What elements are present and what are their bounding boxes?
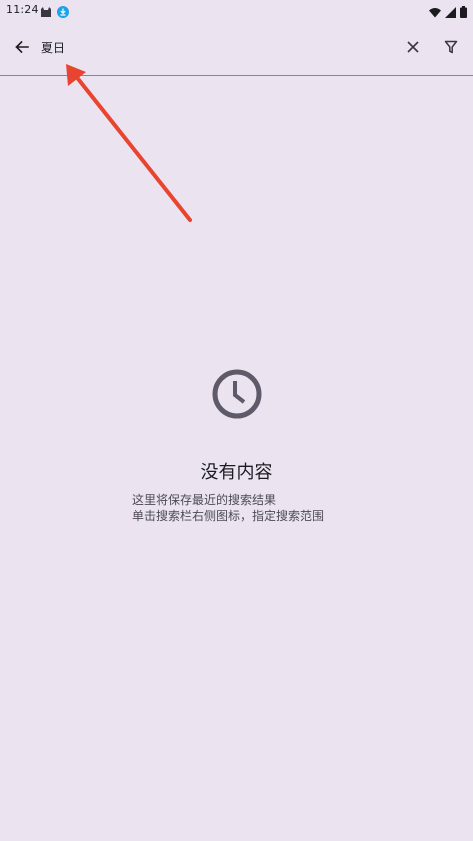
download-icon [57, 3, 69, 22]
status-time: 11:24 [6, 3, 39, 16]
wifi-icon [429, 3, 441, 22]
empty-description-line-1: 这里将保存最近的搜索结果 [132, 493, 277, 507]
arrow-left-icon [15, 40, 29, 54]
clock-icon [212, 369, 262, 419]
status-right-icons [429, 3, 467, 22]
battery-icon [460, 3, 467, 22]
cat-icon [40, 3, 52, 22]
search-bar [0, 26, 473, 76]
back-button[interactable] [6, 31, 38, 63]
status-bar: 11:24 [0, 0, 473, 20]
filter-icon [444, 40, 458, 54]
empty-title: 没有内容 [200, 462, 273, 483]
empty-description-line-2: 单击搜索栏右侧图标，指定搜索范围 [132, 509, 325, 523]
filter-button[interactable] [435, 31, 467, 63]
clear-search-button[interactable] [397, 31, 429, 63]
close-icon [407, 41, 419, 53]
annotation-arrow [66, 64, 192, 222]
empty-description: 这里将保存最近的搜索结果 单击搜索栏右侧图标，指定搜索范围 [132, 492, 324, 524]
status-left-icons [40, 3, 69, 22]
search-input[interactable] [41, 36, 381, 58]
signal-icon [445, 3, 456, 22]
search-bar-divider [0, 75, 473, 76]
